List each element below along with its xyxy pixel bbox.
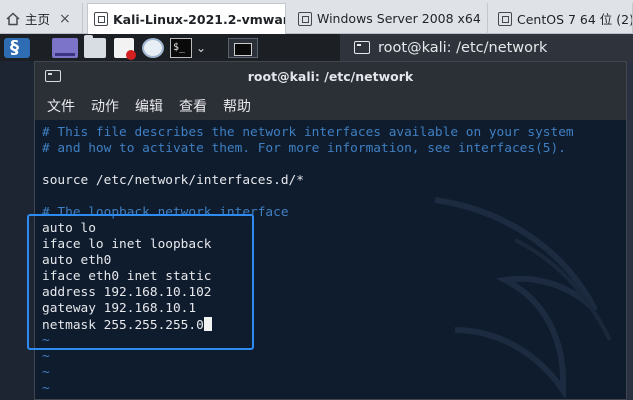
code-line: source /etc/network/interfaces.d/* bbox=[42, 173, 304, 189]
window-title: root@kali: /etc/network bbox=[247, 69, 414, 84]
file-manager-icon[interactable] bbox=[84, 35, 106, 58]
line-text: source /etc/network/interfaces.d/* bbox=[42, 173, 304, 188]
tab-label: Windows Server 2008 x64 bbox=[317, 11, 481, 26]
line-text: # and how to activate them. For more inf… bbox=[42, 141, 566, 156]
line-text: ~ bbox=[42, 381, 50, 396]
terminal-titlebar[interactable]: root@kali: /etc/network bbox=[35, 62, 626, 91]
menu-file[interactable]: 文件 bbox=[47, 96, 75, 116]
line-text: ~ bbox=[42, 365, 50, 380]
empty-line-marker: ~ bbox=[42, 365, 50, 381]
kali-menu-icon[interactable] bbox=[4, 37, 30, 58]
terminal-icon bbox=[354, 41, 370, 54]
empty-line-marker: ~ bbox=[42, 349, 50, 365]
desktop-background bbox=[627, 61, 633, 400]
home-icon bbox=[6, 11, 20, 25]
close-icon[interactable]: × bbox=[59, 11, 71, 27]
tab-label: CentOS 7 64 位 (2) bbox=[517, 12, 633, 27]
tab-kali[interactable]: Kali-Linux-2021.2-vmwar… × bbox=[87, 3, 286, 34]
show-desktop-icon[interactable] bbox=[52, 38, 78, 58]
menu-edit[interactable]: 编辑 bbox=[135, 96, 163, 116]
menu-help[interactable]: 帮助 bbox=[223, 96, 251, 116]
taskbar-window-label: root@kali: /etc/network bbox=[378, 39, 548, 56]
tab-label: Kali-Linux-2021.2-vmwar… bbox=[113, 11, 286, 27]
workspace-switcher[interactable] bbox=[228, 38, 258, 58]
tab-windows-server[interactable]: Windows Server 2008 x64 bbox=[292, 3, 488, 34]
highlight-box bbox=[27, 214, 254, 350]
vm-tab-bar: 主页 × Kali-Linux-2021.2-vmwar… × Windows … bbox=[0, 0, 633, 34]
chevron-down-icon[interactable]: ⌄ bbox=[196, 38, 210, 58]
vm-icon bbox=[498, 11, 512, 26]
workspace-thumbnail bbox=[234, 43, 252, 56]
taskbar-window-button[interactable]: root@kali: /etc/network bbox=[340, 34, 633, 61]
line-text: ~ bbox=[42, 349, 50, 364]
tab-label: 主页 bbox=[25, 12, 51, 27]
text-editor-icon[interactable] bbox=[114, 38, 136, 60]
empty-line-marker: ~ bbox=[42, 381, 50, 397]
kali-dragon-watermark bbox=[434, 197, 612, 399]
comment-line: # This file describes the network interf… bbox=[42, 125, 574, 141]
tab-home[interactable]: 主页 × bbox=[0, 3, 83, 34]
menu-view[interactable]: 查看 bbox=[179, 96, 207, 116]
tab-centos[interactable]: CentOS 7 64 位 (2) bbox=[492, 3, 633, 34]
browser-icon[interactable] bbox=[142, 38, 164, 58]
menu-bar: 文件 动作 编辑 查看 帮助 bbox=[35, 91, 626, 120]
terminal-launcher-icon[interactable]: $_ bbox=[170, 38, 192, 58]
vm-icon bbox=[94, 12, 108, 26]
line-text: # This file describes the network interf… bbox=[42, 125, 574, 140]
comment-line: # and how to activate them. For more inf… bbox=[42, 141, 566, 157]
menu-action[interactable]: 动作 bbox=[91, 96, 119, 116]
vm-icon bbox=[298, 11, 312, 26]
